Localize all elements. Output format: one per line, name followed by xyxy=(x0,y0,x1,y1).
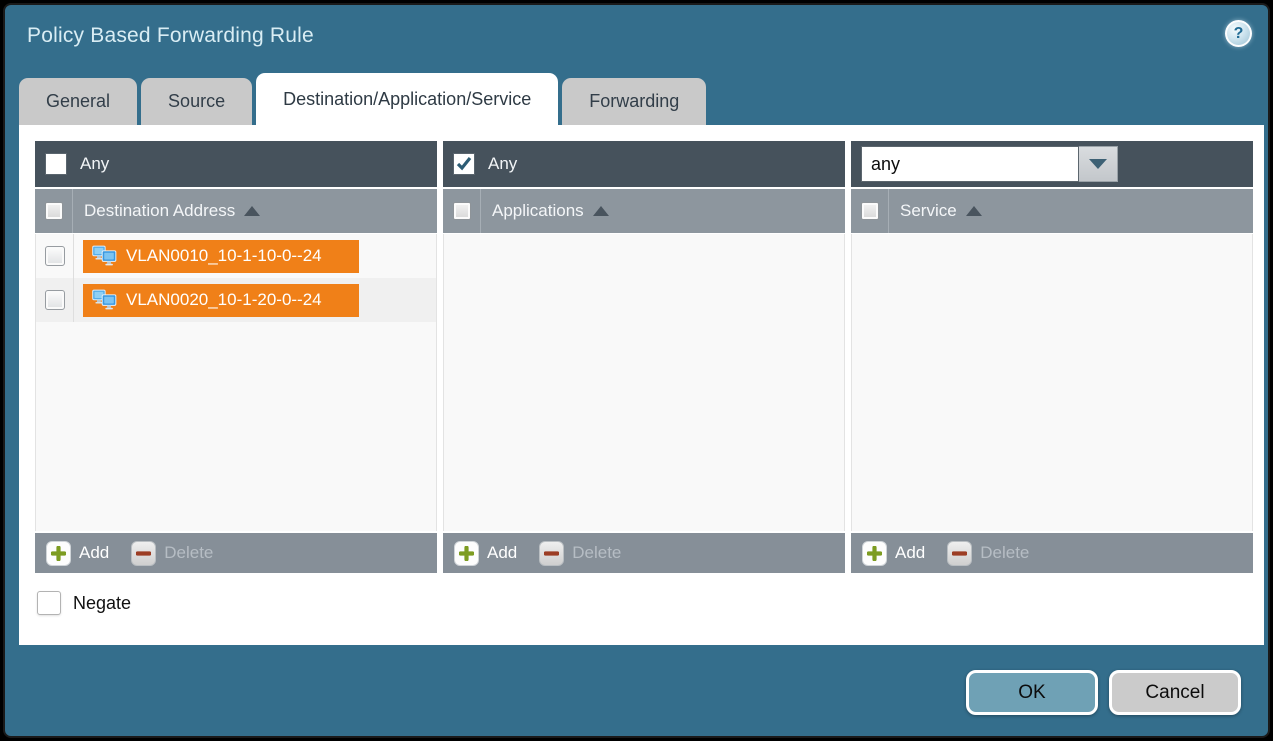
dialog-footer-buttons: OK Cancel xyxy=(966,670,1241,715)
add-label: Add xyxy=(895,543,925,563)
ok-button[interactable]: OK xyxy=(966,670,1098,715)
tab-forwarding[interactable]: Forwarding xyxy=(562,78,706,125)
applications-any-bar: Any xyxy=(443,141,845,187)
network-address-icon xyxy=(92,245,117,267)
delete-label: Delete xyxy=(164,543,213,563)
delete-minus-icon xyxy=(947,541,972,566)
applications-panel: Any Applications xyxy=(443,141,845,573)
destination-row-2-entry[interactable]: VLAN0020_10-1-20-0--24 xyxy=(83,284,359,317)
destination-sort-header[interactable]: Destination Address xyxy=(73,189,260,233)
applications-delete-button[interactable]: Delete xyxy=(539,541,621,566)
dialog-title: Policy Based Forwarding Rule xyxy=(27,24,314,48)
destination-list: VLAN0010_10-1-10-0--24 xyxy=(35,234,437,531)
destination-row-2-name: VLAN0020_10-1-20-0--24 xyxy=(126,290,322,310)
service-dropdown-bar: any xyxy=(851,141,1253,187)
service-list xyxy=(851,234,1253,531)
applications-toolbar: Add Delete xyxy=(443,533,845,573)
network-address-icon xyxy=(92,289,117,311)
applications-any-checkbox[interactable] xyxy=(453,153,475,175)
applications-column-header: Applications xyxy=(443,189,845,233)
destination-row-1-entry[interactable]: VLAN0010_10-1-10-0--24 xyxy=(83,240,359,273)
policy-based-forwarding-dialog: Policy Based Forwarding Rule ? General S… xyxy=(3,3,1270,738)
add-label: Add xyxy=(79,543,109,563)
destination-any-checkbox[interactable] xyxy=(45,153,67,175)
service-type-dropdown[interactable]: any xyxy=(861,146,1118,182)
add-label: Add xyxy=(487,543,517,563)
service-delete-button[interactable]: Delete xyxy=(947,541,1029,566)
help-glyph: ? xyxy=(1234,25,1244,43)
tab-content: Any Destination Address xyxy=(19,125,1264,645)
service-select-all-checkbox[interactable] xyxy=(861,202,879,220)
service-add-button[interactable]: Add xyxy=(862,541,925,566)
sort-ascending-icon xyxy=(966,206,982,216)
applications-list xyxy=(443,234,845,531)
applications-add-button[interactable]: Add xyxy=(454,541,517,566)
sort-ascending-icon xyxy=(244,206,260,216)
destination-select-all-checkbox[interactable] xyxy=(45,202,63,220)
applications-select-all-checkbox[interactable] xyxy=(453,202,471,220)
service-type-value: any xyxy=(861,146,1079,182)
service-panel: any Service xyxy=(851,141,1253,573)
delete-minus-icon xyxy=(131,541,156,566)
negate-checkbox[interactable] xyxy=(37,591,61,615)
tab-source[interactable]: Source xyxy=(141,78,252,125)
destination-row-2-checkbox[interactable] xyxy=(45,290,65,310)
destination-any-bar: Any xyxy=(35,141,437,187)
delete-label: Delete xyxy=(980,543,1029,563)
tab-destination-application-service[interactable]: Destination/Application/Service xyxy=(256,73,558,125)
add-plus-icon xyxy=(862,541,887,566)
service-header-label: Service xyxy=(900,201,957,221)
destination-add-button[interactable]: Add xyxy=(46,541,109,566)
negate-row: Negate xyxy=(37,591,131,615)
dropdown-button[interactable] xyxy=(1079,146,1118,182)
destination-panel: Any Destination Address xyxy=(35,141,437,573)
delete-minus-icon xyxy=(539,541,564,566)
destination-row-1-name: VLAN0010_10-1-10-0--24 xyxy=(126,246,322,266)
service-sort-header[interactable]: Service xyxy=(889,189,982,233)
help-icon[interactable]: ? xyxy=(1225,20,1252,47)
destination-header-label: Destination Address xyxy=(84,201,235,221)
cancel-button[interactable]: Cancel xyxy=(1109,670,1241,715)
negate-label: Negate xyxy=(73,593,131,614)
service-column-header: Service xyxy=(851,189,1253,233)
chevron-down-icon xyxy=(1089,159,1107,169)
applications-any-label: Any xyxy=(488,154,517,174)
destination-row-1-checkbox[interactable] xyxy=(45,246,65,266)
destination-column-header: Destination Address xyxy=(35,189,437,233)
applications-sort-header[interactable]: Applications xyxy=(481,189,609,233)
applications-header-label: Applications xyxy=(492,201,584,221)
destination-toolbar: Add Delete xyxy=(35,533,437,573)
add-plus-icon xyxy=(454,541,479,566)
delete-label: Delete xyxy=(572,543,621,563)
panels-row: Any Destination Address xyxy=(35,141,1253,573)
service-toolbar: Add Delete xyxy=(851,533,1253,573)
destination-row-1: VLAN0010_10-1-10-0--24 xyxy=(36,234,436,278)
add-plus-icon xyxy=(46,541,71,566)
destination-row-2: VLAN0020_10-1-20-0--24 xyxy=(36,278,436,322)
tab-bar: General Source Destination/Application/S… xyxy=(19,73,706,125)
tab-general[interactable]: General xyxy=(19,78,137,125)
destination-delete-button[interactable]: Delete xyxy=(131,541,213,566)
sort-ascending-icon xyxy=(593,206,609,216)
destination-any-label: Any xyxy=(80,154,109,174)
